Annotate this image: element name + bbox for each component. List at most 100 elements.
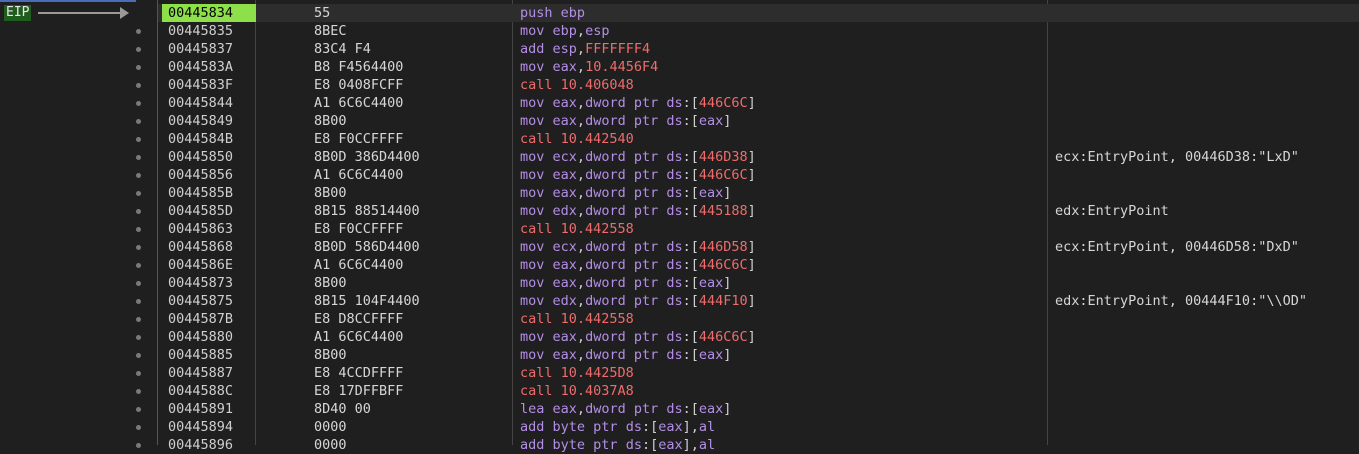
breakpoint-dot-icon[interactable] [136,173,141,178]
breakpoint-dot-icon[interactable] [136,29,141,34]
disasm-row[interactable]: 00445887 E8 4CCDFFFF call 10.4425D8 [158,364,1359,382]
disasm-row[interactable]: 0044586E A1 6C6C4400 mov eax,dword ptr ds:… [158,256,1359,274]
instruction-token: :[ [682,347,699,363]
instruction-token: ] [723,275,732,291]
disasm-row[interactable]: 00445856 A1 6C6C4400 mov eax,dword ptr ds:… [158,166,1359,184]
breakpoint-dot-icon[interactable] [136,245,141,250]
instruction-token: call [520,365,553,381]
bytes-cell: 8B15 88514400 [314,203,420,219]
breakpoint-dot-icon[interactable] [136,407,141,412]
breakpoint-dot-icon[interactable] [136,119,141,124]
instruction-token: eax [552,329,577,345]
disasm-row[interactable]: 00445894 0000 add byte ptr ds:[eax],al [158,418,1359,436]
instruction-token: eax [698,401,724,417]
instruction-token [544,59,552,75]
breakpoint-gutter[interactable]: EIP [0,0,158,448]
comment-cell [1055,4,1359,22]
breakpoint-dot-icon[interactable] [136,263,141,268]
disasm-row[interactable]: 00445863 E8 F0CCFFFF call 10.442558 [158,220,1359,238]
instruction-token: ] [747,167,756,183]
instruction-token: ds [666,275,683,291]
disasm-row[interactable]: 0044588C E8 17DFFBFF call 10.4037A8 [158,382,1359,400]
disasm-row[interactable]: 00445873 8B00 mov eax,dword ptr ds:[eax] [158,274,1359,292]
instruction-token: eax [658,437,683,453]
comment-cell: edx:EntryPoint [1055,203,1169,219]
breakpoint-dot-icon[interactable] [136,47,141,52]
instruction-cell: mov ecx,dword ptr ds:[446D58] [520,238,1045,256]
instruction-token: dword ptr [585,257,659,273]
comment-cell [1055,400,1359,418]
bytes-cell: E8 17DFFBFF [314,383,404,399]
breakpoint-dot-icon[interactable] [136,101,141,106]
breakpoint-dot-icon[interactable] [136,371,141,376]
breakpoint-dot-icon[interactable] [136,227,141,232]
instruction-token: :[ [682,167,699,183]
breakpoint-dot-icon[interactable] [136,335,141,340]
instruction-token: :[ [682,113,699,129]
disasm-row[interactable]: 00445844 A1 6C6C4400 mov eax,dword ptr ds:… [158,94,1359,112]
disasm-row[interactable]: 0044587B E8 D8CCFFFF call 10.442558 [158,310,1359,328]
instruction-token: 446D58 [698,239,748,255]
eip-label: EIP [4,5,32,21]
disasm-row[interactable]: 00445850 8B0D 386D4400 mov ecx,dword ptr d… [158,148,1359,166]
disasm-row[interactable]: 00445868 8B0D 586D4400 mov ecx,dword ptr d… [158,238,1359,256]
breakpoint-dot-icon[interactable] [136,317,141,322]
instruction-cell: mov eax,dword ptr ds:[eax] [520,184,1045,202]
breakpoint-dot-icon[interactable] [136,299,141,304]
address-cell: 00445891 [168,401,234,417]
address-cell: 0044584B [168,131,234,147]
comment-cell: ecx:EntryPoint, 00446D58:"DxD" [1055,239,1299,255]
instruction-token: mov [520,257,545,273]
comment-cell [1055,184,1359,202]
disassembly-view[interactable]: 00445834 55 push ebp 00445835 8BEC mov ebp,es… [158,4,1359,454]
instruction-token: ] [747,203,756,219]
disasm-row[interactable]: 0044585B 8B00 mov eax,dword ptr ds:[eax] [158,184,1359,202]
disasm-row[interactable]: 00445849 8B00 mov eax,dword ptr ds:[eax] [158,112,1359,130]
breakpoint-dot-icon[interactable] [136,155,141,160]
instruction-token: eax [552,95,577,111]
breakpoint-dot-icon[interactable] [136,389,141,394]
instruction-token: eax [552,347,577,363]
disasm-row[interactable]: 00445875 8B15 104F4400 mov edx,dword ptr d… [158,292,1359,310]
disasm-row[interactable]: 00445835 8BEC mov ebp,esp [158,22,1359,40]
instruction-token [553,77,561,93]
instruction-token: :[ [682,203,699,219]
instruction-token: mov [520,95,545,111]
breakpoint-dot-icon[interactable] [136,443,141,448]
breakpoint-dot-icon[interactable] [136,65,141,70]
instruction-token: , [576,185,586,201]
disasm-row[interactable]: 00445891 8D40 00 lea eax,dword ptr ds:[eax… [158,400,1359,418]
instruction-token: push [520,5,553,21]
instruction-token: add [520,419,545,435]
breakpoint-dot-icon[interactable] [136,425,141,430]
instruction-token [544,113,552,129]
disasm-row[interactable]: 0044583A B8 F4564400 mov eax,10.4456F4 [158,58,1359,76]
breakpoint-dot-icon[interactable] [136,281,141,286]
instruction-token: 10.442558 [560,311,634,327]
disasm-row[interactable]: 00445896 0000 add byte ptr ds:[eax],al [158,436,1359,454]
instruction-token: ], [682,419,699,435]
instruction-token: :[ [682,401,699,417]
breakpoint-dot-icon[interactable] [136,191,141,196]
instruction-token: dword ptr [585,293,659,309]
disasm-row[interactable]: 0044585D 8B15 88514400 mov edx,dword ptr d… [158,202,1359,220]
comment-cell [1055,256,1359,274]
comment-cell [1055,130,1359,148]
instruction-token: :[ [682,257,699,273]
breakpoint-dot-icon[interactable] [136,353,141,358]
instruction-cell: lea eax,dword ptr ds:[eax] [520,400,1045,418]
breakpoint-dot-icon[interactable] [136,209,141,214]
disasm-row[interactable]: 0044584B E8 F0CCFFFF call 10.442540 [158,130,1359,148]
disasm-row[interactable]: 00445834 55 push ebp [158,4,1359,22]
disasm-row[interactable]: 00445880 A1 6C6C4400 mov eax,dword ptr ds:… [158,328,1359,346]
breakpoint-dot-icon[interactable] [136,83,141,88]
instruction-token: 10.406048 [560,77,634,93]
breakpoint-dot-icon[interactable] [136,137,141,142]
instruction-token: FFFFFFF4 [585,41,651,57]
instruction-token [544,275,552,291]
disasm-row[interactable]: 00445885 8B00 mov eax,dword ptr ds:[eax] [158,346,1359,364]
comment-cell [1055,346,1359,364]
disasm-row[interactable]: 00445837 83C4 F4 add esp,FFFFFFF4 [158,40,1359,58]
disasm-row[interactable]: 0044583F E8 0408FCFF call 10.406048 [158,76,1359,94]
instruction-token: ds [625,437,642,453]
